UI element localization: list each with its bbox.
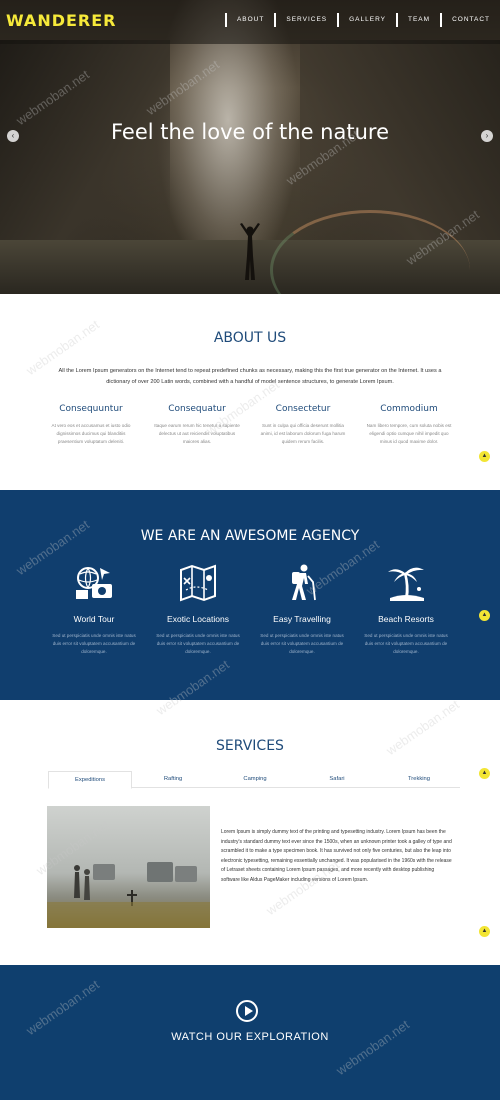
- tab-trekking[interactable]: Trekking: [378, 771, 460, 787]
- agency-feature-text: Sed ut perspiciatis unde omnis iste natu…: [260, 633, 344, 654]
- services-section: SERVICES Expeditions Rafting Camping Saf…: [0, 700, 500, 965]
- agency-feature-title: Beach Resorts: [378, 614, 434, 624]
- about-feature-title: Commodium: [380, 404, 438, 414]
- agency-feature-text: Sed ut perspiciatis unde omnis iste natu…: [156, 633, 240, 654]
- tab-safari[interactable]: Safari: [296, 771, 378, 787]
- map-icon: [180, 564, 216, 602]
- scroll-up-icon[interactable]: ▲: [479, 610, 490, 621]
- agency-title: WE ARE AN AWESOME AGENCY: [140, 528, 360, 544]
- about-feature: Consequuntur At vero eos et accusamus et…: [38, 404, 144, 446]
- palm-tree-icon: [388, 567, 424, 601]
- tab-camping[interactable]: Camping: [214, 771, 296, 787]
- agency-feature: World Tour Sed ut perspiciatis unde omni…: [42, 564, 146, 656]
- scroll-up-icon[interactable]: ▲: [479, 768, 490, 779]
- hero-slider: WANDERER ABOUT SERVICES GALLERY TEAM CON…: [0, 0, 500, 294]
- nav-about[interactable]: ABOUT: [224, 13, 274, 27]
- chevron-left-icon[interactable]: ‹: [7, 130, 19, 142]
- agency-feature: Beach Resorts Sed ut perspiciatis unde o…: [354, 564, 458, 656]
- video-title: WATCH OUR EXPLORATION: [171, 1031, 329, 1043]
- about-feature-text: At vero eos et accusamus et iusto odio d…: [51, 423, 131, 444]
- tab-expeditions[interactable]: Expeditions: [48, 771, 132, 789]
- about-section: ABOUT US All the Lorem Ipsum generators …: [0, 294, 500, 490]
- hero-title: Feel the love of the nature: [111, 120, 389, 144]
- hero-rock-left: [0, 40, 170, 250]
- scroll-up-icon[interactable]: ▲: [479, 926, 490, 937]
- agency-feature-text: Sed ut perspiciatis unde omnis iste natu…: [364, 633, 448, 654]
- agency-feature-title: Exotic Locations: [167, 614, 229, 624]
- hiker-icon: [292, 564, 316, 601]
- about-feature: Consectetur Sunt in culpa qui officia de…: [250, 404, 356, 446]
- services-text: Lorem Ipsum is simply dummy text of the …: [221, 829, 452, 883]
- page: WANDERER ABOUT SERVICES GALLERY TEAM CON…: [0, 0, 500, 1100]
- video-section: WATCH OUR EXPLORATION: [0, 965, 500, 1100]
- agency-feature: Easy Travelling Sed ut perspiciatis unde…: [250, 564, 354, 656]
- tab-rafting[interactable]: Rafting: [132, 771, 214, 787]
- about-feature-text: Itaque earum rerum hic tenetur a sapient…: [154, 423, 240, 444]
- expedition-photo: [47, 806, 210, 928]
- nav-services[interactable]: SERVICES: [274, 13, 337, 27]
- hero-person-silhouette: [240, 223, 260, 280]
- about-feature-title: Consequatur: [168, 404, 226, 414]
- agency-section: WE ARE AN AWESOME AGENCY World Tour Sed …: [0, 490, 500, 700]
- play-icon[interactable]: [236, 1000, 258, 1022]
- about-feature: Consequatur Itaque earum rerum hic tenet…: [144, 404, 250, 446]
- agency-feature-title: World Tour: [73, 614, 115, 624]
- nav-team[interactable]: TEAM: [396, 13, 440, 27]
- nav-gallery[interactable]: GALLERY: [337, 13, 396, 27]
- about-features: Consequuntur At vero eos et accusamus et…: [38, 404, 462, 446]
- agency-feature: Exotic Locations Sed ut perspiciatis und…: [146, 564, 250, 656]
- services-tabs: Expeditions Rafting Camping Safari Trekk…: [48, 771, 460, 789]
- chevron-right-icon[interactable]: ›: [481, 130, 493, 142]
- scroll-up-icon[interactable]: ▲: [479, 451, 490, 462]
- about-feature-text: Nam libero tempore, cum soluta nobis est…: [366, 423, 452, 444]
- nav-contact[interactable]: CONTACT: [440, 13, 500, 27]
- about-feature-title: Consequuntur: [59, 404, 123, 414]
- site-logo[interactable]: WANDERER: [6, 11, 116, 30]
- services-title: SERVICES: [216, 738, 284, 754]
- agency-feature-text: Sed ut perspiciatis unde omnis iste natu…: [52, 633, 136, 654]
- main-nav: ABOUT SERVICES GALLERY TEAM CONTACT: [224, 13, 500, 27]
- about-feature-title: Consectetur: [275, 404, 331, 414]
- about-feature-text: Sunt in culpa qui officia deserunt molli…: [260, 423, 346, 444]
- top-navbar: WANDERER ABOUT SERVICES GALLERY TEAM CON…: [0, 0, 500, 44]
- world-tour-icon: [76, 567, 112, 599]
- agency-features: World Tour Sed ut perspiciatis unde omni…: [42, 564, 458, 656]
- agency-feature-title: Easy Travelling: [273, 614, 331, 624]
- about-feature: Commodium Nam libero tempore, cum soluta…: [356, 404, 462, 446]
- about-text: All the Lorem Ipsum generators on the In…: [58, 368, 442, 385]
- about-title: ABOUT US: [213, 330, 287, 346]
